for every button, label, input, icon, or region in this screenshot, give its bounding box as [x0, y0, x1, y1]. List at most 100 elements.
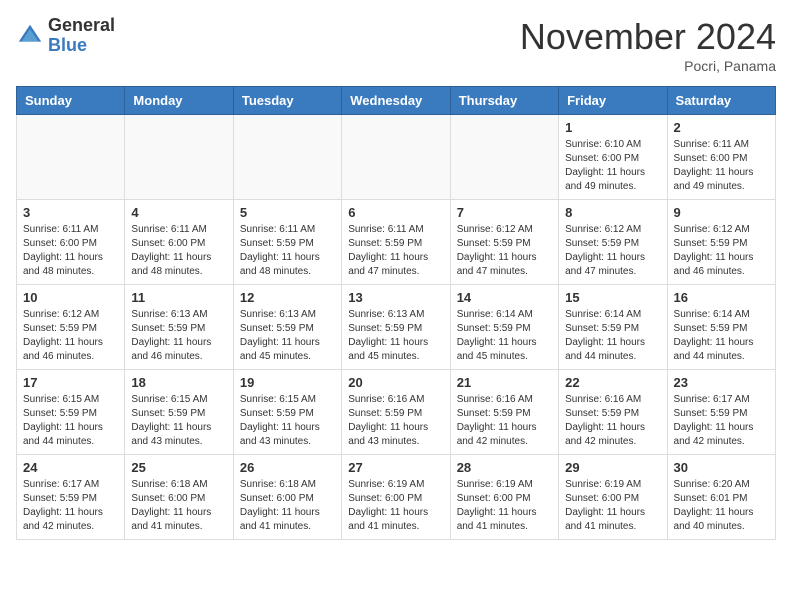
calendar-cell: 10 Sunrise: 6:12 AM Sunset: 5:59 PM Dayli… — [17, 285, 125, 370]
calendar-week-row: 10 Sunrise: 6:12 AM Sunset: 5:59 PM Dayli… — [17, 285, 776, 370]
logo: General Blue — [16, 16, 115, 56]
calendar-cell: 23 Sunrise: 6:17 AM Sunset: 5:59 PM Dayli… — [667, 370, 775, 455]
day-info: Sunrise: 6:14 AM Sunset: 5:59 PM Dayligh… — [457, 308, 552, 364]
calendar-cell — [342, 115, 450, 200]
day-info: Sunrise: 6:10 AM Sunset: 6:00 PM Dayligh… — [565, 138, 660, 194]
calendar-cell: 25 Sunrise: 6:18 AM Sunset: 6:00 PM Dayli… — [125, 455, 233, 540]
calendar-week-row: 1Sunrise: 6:10 AM Sunset: 6:00 PM Daylig… — [17, 115, 776, 200]
day-number: 4 — [131, 205, 226, 220]
calendar-cell — [450, 115, 558, 200]
calendar-cell: 19 Sunrise: 6:15 AM Sunset: 5:59 PM Dayli… — [233, 370, 341, 455]
weekday-header-row: SundayMondayTuesdayWednesdayThursdayFrid… — [17, 87, 776, 115]
day-info: Sunrise: 6:15 AM Sunset: 5:59 PM Dayligh… — [131, 393, 226, 449]
title-block: November 2024 Pocri, Panama — [520, 16, 776, 74]
calendar-cell: 6Sunrise: 6:11 AM Sunset: 5:59 PM Daylig… — [342, 200, 450, 285]
day-info: Sunrise: 6:19 AM Sunset: 6:00 PM Dayligh… — [565, 478, 660, 534]
calendar-cell: 13 Sunrise: 6:13 AM Sunset: 5:59 PM Dayli… — [342, 285, 450, 370]
day-number: 29 — [565, 460, 660, 475]
day-info: Sunrise: 6:16 AM Sunset: 5:59 PM Dayligh… — [565, 393, 660, 449]
day-number: 5 — [240, 205, 335, 220]
day-info: Sunrise: 6:11 AM Sunset: 6:00 PM Dayligh… — [131, 223, 226, 279]
calendar-cell: 28Sunrise: 6:19 AM Sunset: 6:00 PM Dayli… — [450, 455, 558, 540]
calendar-cell: 18Sunrise: 6:15 AM Sunset: 5:59 PM Dayli… — [125, 370, 233, 455]
weekday-header: Saturday — [667, 87, 775, 115]
day-info: Sunrise: 6:13 AM Sunset: 5:59 PM Dayligh… — [348, 308, 443, 364]
day-number: 17 — [23, 375, 118, 390]
day-info: Sunrise: 6:15 AM Sunset: 5:59 PM Dayligh… — [240, 393, 335, 449]
weekday-header: Sunday — [17, 87, 125, 115]
day-number: 22 — [565, 375, 660, 390]
calendar-cell: 24 Sunrise: 6:17 AM Sunset: 5:59 PM Dayli… — [17, 455, 125, 540]
day-number: 26 — [240, 460, 335, 475]
calendar-cell: 7Sunrise: 6:12 AM Sunset: 5:59 PM Daylig… — [450, 200, 558, 285]
day-info: Sunrise: 6:12 AM Sunset: 5:59 PM Dayligh… — [674, 223, 769, 279]
calendar-cell: 20 Sunrise: 6:16 AM Sunset: 5:59 PM Dayli… — [342, 370, 450, 455]
calendar-cell: 26Sunrise: 6:18 AM Sunset: 6:00 PM Dayli… — [233, 455, 341, 540]
page-header: General Blue November 2024 Pocri, Panama — [16, 16, 776, 74]
weekday-header: Monday — [125, 87, 233, 115]
day-info: Sunrise: 6:12 AM Sunset: 5:59 PM Dayligh… — [457, 223, 552, 279]
day-number: 19 — [240, 375, 335, 390]
day-number: 15 — [565, 290, 660, 305]
calendar-cell: 17 Sunrise: 6:15 AM Sunset: 5:59 PM Dayli… — [17, 370, 125, 455]
calendar-cell: 21 Sunrise: 6:16 AM Sunset: 5:59 PM Dayli… — [450, 370, 558, 455]
day-number: 24 — [23, 460, 118, 475]
day-number: 30 — [674, 460, 769, 475]
day-info: Sunrise: 6:11 AM Sunset: 6:00 PM Dayligh… — [23, 223, 118, 279]
day-info: Sunrise: 6:17 AM Sunset: 5:59 PM Dayligh… — [674, 393, 769, 449]
calendar-cell — [233, 115, 341, 200]
calendar-cell: 29 Sunrise: 6:19 AM Sunset: 6:00 PM Dayli… — [559, 455, 667, 540]
calendar-cell: 9 Sunrise: 6:12 AM Sunset: 5:59 PM Daylig… — [667, 200, 775, 285]
calendar-cell: 8 Sunrise: 6:12 AM Sunset: 5:59 PM Daylig… — [559, 200, 667, 285]
day-number: 23 — [674, 375, 769, 390]
calendar-cell: 5 Sunrise: 6:11 AM Sunset: 5:59 PM Daylig… — [233, 200, 341, 285]
day-number: 9 — [674, 205, 769, 220]
day-info: Sunrise: 6:11 AM Sunset: 5:59 PM Dayligh… — [348, 223, 443, 279]
day-info: Sunrise: 6:17 AM Sunset: 5:59 PM Dayligh… — [23, 478, 118, 534]
day-info: Sunrise: 6:13 AM Sunset: 5:59 PM Dayligh… — [131, 308, 226, 364]
weekday-header: Friday — [559, 87, 667, 115]
month-title: November 2024 — [520, 16, 776, 58]
day-number: 16 — [674, 290, 769, 305]
calendar-cell: 14 Sunrise: 6:14 AM Sunset: 5:59 PM Dayli… — [450, 285, 558, 370]
weekday-header: Wednesday — [342, 87, 450, 115]
day-number: 28 — [457, 460, 552, 475]
calendar-cell: 16 Sunrise: 6:14 AM Sunset: 5:59 PM Dayli… — [667, 285, 775, 370]
day-info: Sunrise: 6:14 AM Sunset: 5:59 PM Dayligh… — [565, 308, 660, 364]
logo-text: General Blue — [48, 16, 115, 56]
calendar-cell: 15 Sunrise: 6:14 AM Sunset: 5:59 PM Dayli… — [559, 285, 667, 370]
day-info: Sunrise: 6:14 AM Sunset: 5:59 PM Dayligh… — [674, 308, 769, 364]
day-number: 25 — [131, 460, 226, 475]
day-info: Sunrise: 6:16 AM Sunset: 5:59 PM Dayligh… — [457, 393, 552, 449]
day-info: Sunrise: 6:19 AM Sunset: 6:00 PM Dayligh… — [348, 478, 443, 534]
calendar-week-row: 3Sunrise: 6:11 AM Sunset: 6:00 PM Daylig… — [17, 200, 776, 285]
calendar-cell — [17, 115, 125, 200]
calendar-week-row: 24 Sunrise: 6:17 AM Sunset: 5:59 PM Dayli… — [17, 455, 776, 540]
day-number: 11 — [131, 290, 226, 305]
logo-blue: Blue — [48, 35, 87, 55]
weekday-header: Thursday — [450, 87, 558, 115]
day-info: Sunrise: 6:11 AM Sunset: 6:00 PM Dayligh… — [674, 138, 769, 194]
calendar-cell: 4 Sunrise: 6:11 AM Sunset: 6:00 PM Daylig… — [125, 200, 233, 285]
logo-icon — [16, 22, 44, 50]
day-info: Sunrise: 6:12 AM Sunset: 5:59 PM Dayligh… — [565, 223, 660, 279]
weekday-header: Tuesday — [233, 87, 341, 115]
day-info: Sunrise: 6:15 AM Sunset: 5:59 PM Dayligh… — [23, 393, 118, 449]
calendar-table: SundayMondayTuesdayWednesdayThursdayFrid… — [16, 86, 776, 540]
day-number: 20 — [348, 375, 443, 390]
day-number: 8 — [565, 205, 660, 220]
day-number: 13 — [348, 290, 443, 305]
day-info: Sunrise: 6:16 AM Sunset: 5:59 PM Dayligh… — [348, 393, 443, 449]
day-info: Sunrise: 6:12 AM Sunset: 5:59 PM Dayligh… — [23, 308, 118, 364]
calendar-cell: 11 Sunrise: 6:13 AM Sunset: 5:59 PM Dayli… — [125, 285, 233, 370]
day-info: Sunrise: 6:13 AM Sunset: 5:59 PM Dayligh… — [240, 308, 335, 364]
day-number: 10 — [23, 290, 118, 305]
calendar-cell: 27Sunrise: 6:19 AM Sunset: 6:00 PM Dayli… — [342, 455, 450, 540]
day-number: 14 — [457, 290, 552, 305]
day-info: Sunrise: 6:18 AM Sunset: 6:00 PM Dayligh… — [131, 478, 226, 534]
location: Pocri, Panama — [520, 58, 776, 74]
day-info: Sunrise: 6:11 AM Sunset: 5:59 PM Dayligh… — [240, 223, 335, 279]
calendar-week-row: 17 Sunrise: 6:15 AM Sunset: 5:59 PM Dayli… — [17, 370, 776, 455]
day-number: 2 — [674, 120, 769, 135]
day-number: 21 — [457, 375, 552, 390]
